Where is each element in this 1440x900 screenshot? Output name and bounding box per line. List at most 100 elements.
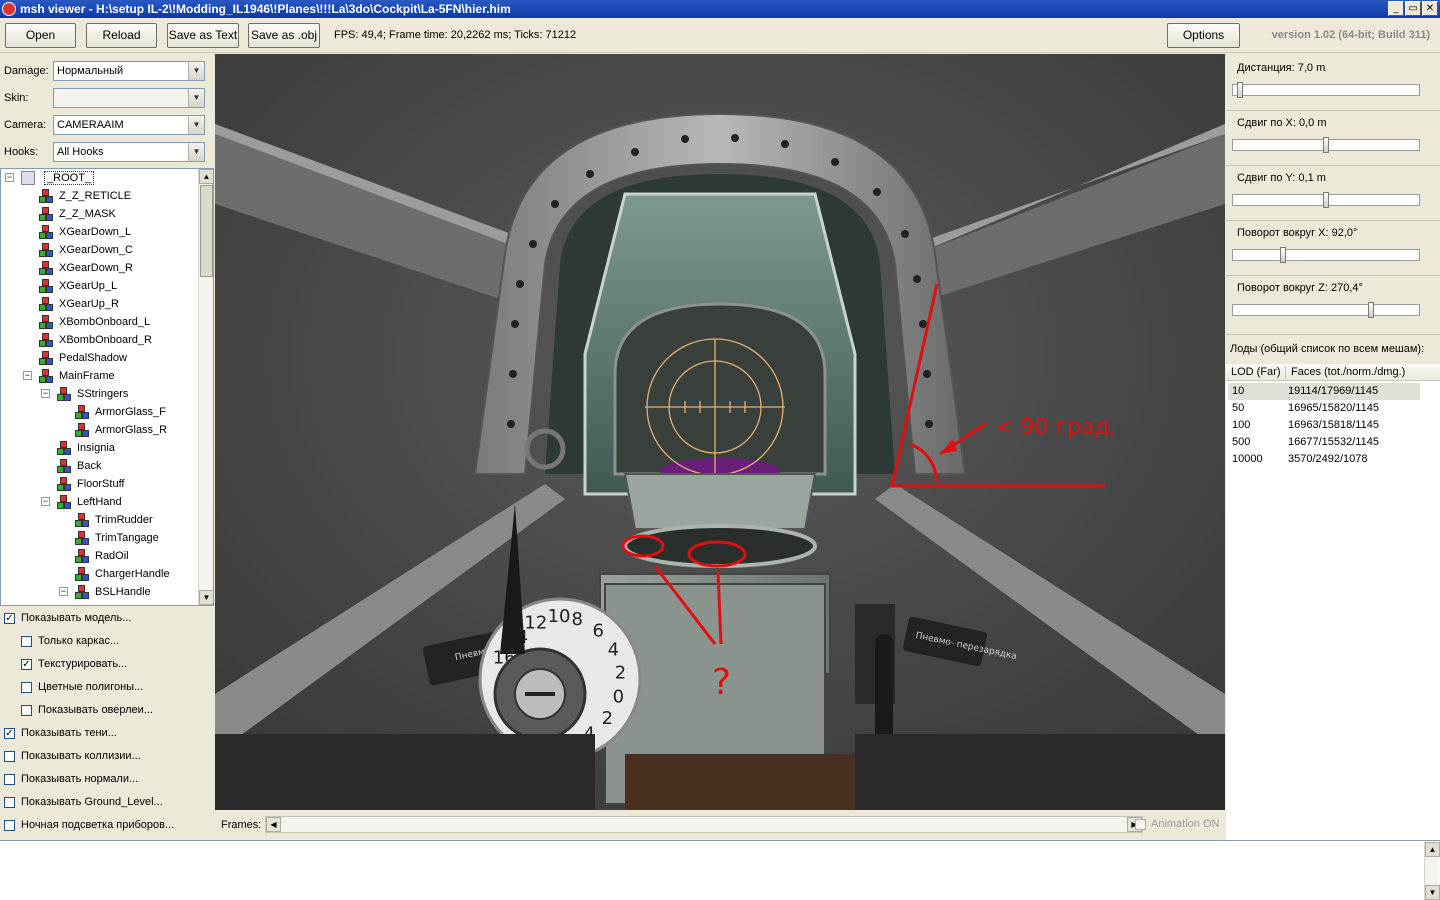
frames-scrollbar[interactable]: ◀ ▶ [265,816,1143,833]
maximize-button[interactable]: ▭ [1405,1,1421,16]
tree-node[interactable]: TrimTangage [59,529,159,547]
tree-node[interactable]: RadOil [59,547,129,565]
angle-annotation: < 90 град. [995,415,1117,440]
rotate-x-slider[interactable] [1232,247,1420,263]
reload-button[interactable]: Reload [86,23,157,48]
lod-row[interactable]: 100 16963/15818/1145 [1228,417,1420,434]
scroll-down-icon[interactable]: ▼ [1425,885,1440,900]
collapse-icon[interactable]: − [41,497,50,506]
camera-select[interactable]: CAMERAAIM ▼ [53,115,205,135]
tree-node[interactable]: Back [41,457,101,475]
damage-value: Нормальный [57,65,124,77]
checkmark-icon[interactable]: ✓ [21,659,32,670]
slider-thumb[interactable] [1323,137,1329,153]
collapse-icon[interactable]: − [23,371,32,380]
tree-node[interactable]: XGearDown_R [23,259,133,277]
collapse-icon[interactable]: − [41,389,50,398]
checkbox-icon[interactable] [21,636,32,647]
scroll-down-icon[interactable]: ▼ [199,590,213,605]
checkbox-label: Показывать тени... [21,727,117,739]
dial-number: 10 [548,606,571,627]
tree-node[interactable]: TrimRudder [59,511,153,529]
tree-node[interactable]: XGearUp_R [23,295,119,313]
tree-node[interactable]: Z_Z_RETICLE [23,187,131,205]
collapse-icon[interactable]: − [5,173,14,182]
chevron-down-icon[interactable]: ▼ [188,89,204,107]
damage-select[interactable]: Нормальный ▼ [53,61,205,81]
lod-row[interactable]: 10000 3570/2492/1078 [1228,451,1420,468]
column-faces[interactable]: Faces (tot./norm./dmg.) [1291,366,1405,378]
tree-node[interactable]: XGearUp_L [23,277,117,295]
tree-node[interactable]: ArmorGlass_F [59,403,166,421]
close-button[interactable]: ✕ [1422,1,1438,16]
tree-node[interactable]: − BSLHandle [59,583,151,601]
tree-node[interactable]: FloorStuff [41,475,125,493]
tree-node[interactable]: Z_Z_MASK [23,205,116,223]
checkmark-icon[interactable]: ✓ [4,613,15,624]
tree-node[interactable]: ChargerHandle [59,565,170,583]
scroll-left-icon[interactable]: ◀ [266,817,281,832]
checkbox-icon[interactable] [21,705,32,716]
skin-select[interactable]: ▼ [53,88,205,108]
slider-thumb[interactable] [1280,247,1286,263]
lod-row[interactable]: 50 16965/15820/1145 [1228,400,1420,417]
checkmark-icon[interactable]: ✓ [4,728,15,739]
minimize-button[interactable]: _ [1388,1,1404,16]
tree-node[interactable]: XBombOnboard_R [23,331,152,349]
save-as-text-button[interactable]: Save as Text [167,23,239,48]
tree-node[interactable]: XGearDown_C [23,241,133,259]
checkbox-label: Показывать Ground_Level... [21,796,163,808]
checkbox-icon[interactable] [4,774,15,785]
tree-node-label: FloorStuff [77,478,125,490]
checkbox-icon[interactable] [4,797,15,808]
checkbox-icon[interactable] [21,682,32,693]
tree-node[interactable]: XGearDown_L [23,223,131,241]
3d-viewport[interactable]: Пневмо- перезарядка Пневмо- перезарядка … [215,54,1225,810]
rotate-z-slider[interactable] [1232,302,1420,318]
tree-node-root[interactable]: − _ROOT_ [5,169,95,187]
options-button[interactable]: Options [1167,23,1240,48]
slider-thumb[interactable] [1323,192,1329,208]
open-button[interactable]: Open [5,23,76,48]
shift-y-slider[interactable] [1232,192,1420,208]
toolbar: Open Reload Save as Text Save as .obj FP… [0,18,1440,53]
hooks-value: All Hooks [57,146,104,158]
save-as-obj-button[interactable]: Save as .obj [248,23,320,48]
lod-table[interactable]: LOD (Far) Faces (tot./norm./dmg.) 10 1911… [1226,364,1440,840]
distance-slider[interactable] [1232,82,1420,98]
chevron-down-icon[interactable]: ▼ [188,62,204,80]
slider-thumb[interactable] [1237,82,1243,98]
animation-checkbox[interactable]: Animation ON [1135,818,1219,830]
log-scrollbar[interactable]: ▲ ▼ [1424,842,1440,900]
checkbox-icon[interactable] [4,751,15,762]
tree-node[interactable]: Insignia [41,439,115,457]
tree-node-label: SStringers [77,388,129,400]
app-icon[interactable] [2,2,16,16]
shift-x-slider[interactable] [1232,137,1420,153]
mesh-node-icon [57,477,71,492]
log-output[interactable]: ▲ ▼ [0,840,1440,900]
column-lod[interactable]: LOD (Far) [1231,366,1281,378]
scroll-up-icon[interactable]: ▲ [1425,842,1440,857]
hierarchy-tree[interactable]: − _ROOT_ Z_Z_RETICLE Z_Z_MASK XGearDown_L X… [0,168,214,606]
mesh-node-icon [57,459,71,474]
hooks-select[interactable]: All Hooks ▼ [53,142,205,162]
lod-row[interactable]: 500 16677/15532/1145 [1228,434,1420,451]
tree-node[interactable]: − SStringers [41,385,128,403]
chevron-down-icon[interactable]: ▼ [188,143,204,161]
checkbox-icon[interactable] [1135,818,1146,830]
tree-scrollbar[interactable]: ▲ ▼ [198,169,213,605]
tree-node[interactable]: ArmorGlass_R [59,421,167,439]
chevron-down-icon[interactable]: ▼ [188,116,204,134]
lod-row[interactable]: 10 19114/17969/1145 [1228,383,1420,400]
tree-node[interactable]: − LeftHand [41,493,122,511]
checkbox-icon[interactable] [4,820,15,831]
tree-node-label: RadOil [95,550,129,562]
scroll-thumb[interactable] [200,185,213,277]
tree-node[interactable]: − MainFrame [23,367,115,385]
scroll-up-icon[interactable]: ▲ [199,169,213,184]
slider-thumb[interactable] [1368,302,1374,318]
collapse-icon[interactable]: − [59,587,68,596]
tree-node[interactable]: XBombOnboard_L [23,313,150,331]
tree-node[interactable]: PedalShadow [23,349,127,367]
